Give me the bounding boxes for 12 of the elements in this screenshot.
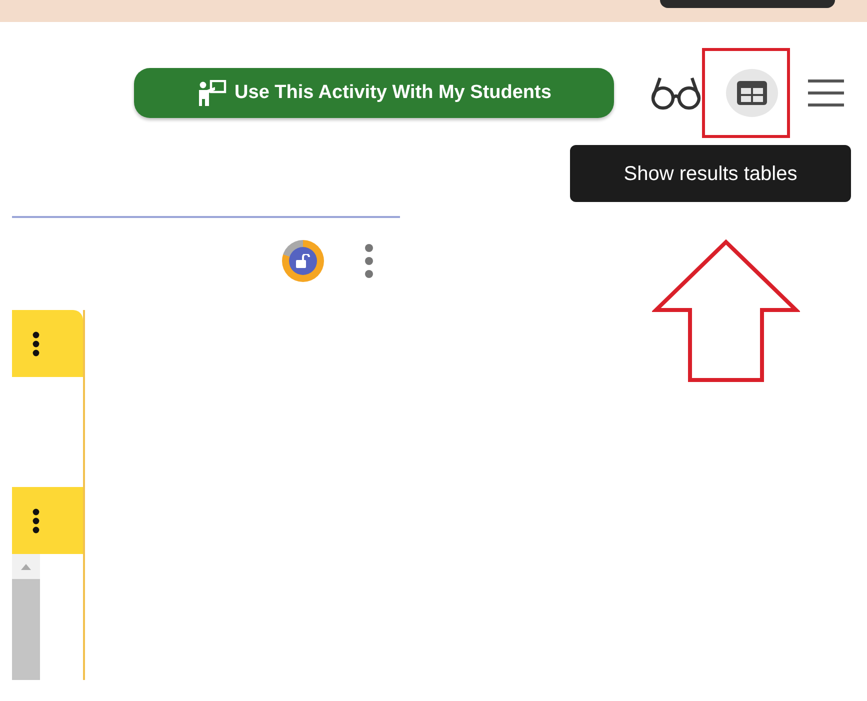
results-table-button[interactable] [726, 69, 778, 117]
tooltip: Show results tables [570, 145, 851, 202]
more-options-icon[interactable] [32, 330, 40, 356]
more-options-icon[interactable] [32, 508, 40, 534]
lock-status-icon[interactable] [282, 240, 324, 282]
glasses-icon[interactable] [650, 75, 702, 111]
table-icon [736, 80, 768, 106]
use-activity-button[interactable]: Use This Activity With My Students [134, 68, 614, 118]
scrollbar[interactable] [12, 554, 40, 680]
menu-icon[interactable] [806, 78, 846, 108]
unlock-icon [295, 254, 311, 268]
teacher-board-icon [196, 80, 227, 106]
